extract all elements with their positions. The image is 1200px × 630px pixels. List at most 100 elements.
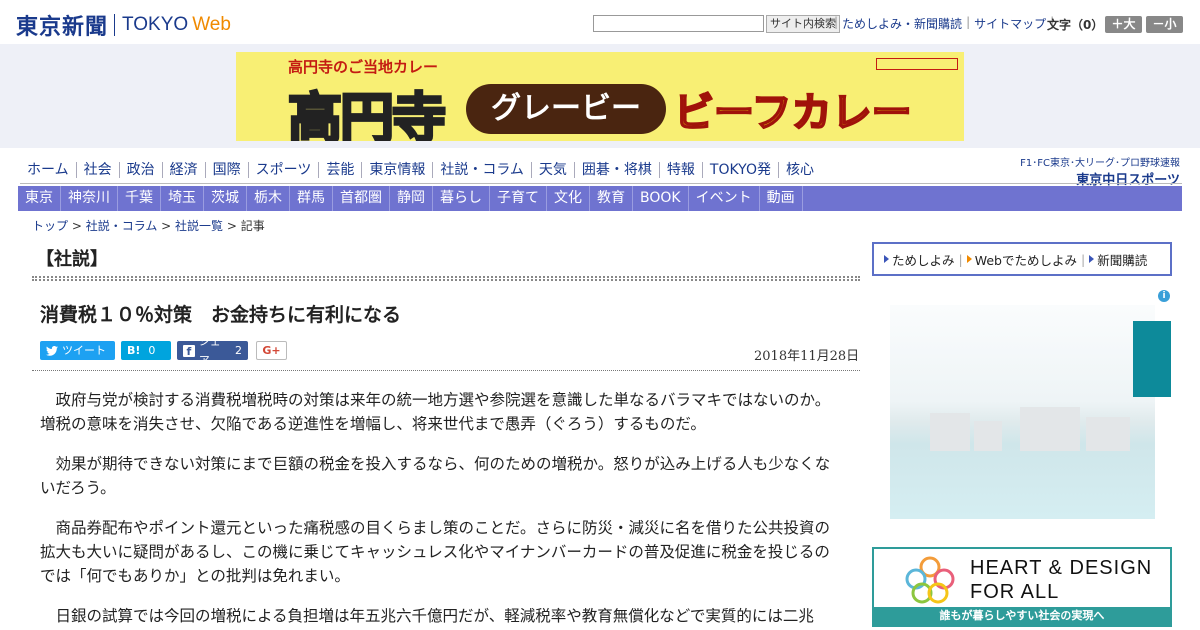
tweet-button[interactable]: ツイート [40, 341, 115, 360]
arrow-icon [966, 255, 972, 263]
banner-kouenji: 高円寺 [287, 86, 448, 142]
article-paragraph: 効果が期待できない対策にまで巨額の税金を投入するなら、何のための増税か。怒りが込… [40, 455, 831, 497]
nav-divider [20, 183, 1182, 184]
web-trial-read-link[interactable]: Webでためしよみ [963, 250, 1081, 269]
advert-side-tab[interactable] [1133, 321, 1171, 397]
region-ibaraki[interactable]: 茨城 [204, 186, 247, 211]
newspaper-subscribe-link[interactable]: 新聞購読 [1085, 250, 1151, 269]
region-education[interactable]: 教育 [590, 186, 633, 211]
nav-item-core[interactable]: 核心 [777, 162, 821, 178]
building-shape [974, 421, 1002, 451]
heart-design-caption: 誰もが暮らしやすい社会の実現へ [874, 607, 1170, 625]
font-size-label: 文字（0） [1047, 18, 1104, 32]
section-rule [32, 276, 860, 281]
tweet-label: ツイート [62, 344, 106, 357]
trial-read-link[interactable]: ためしよみ [880, 250, 959, 269]
nav-item-economy[interactable]: 経済 [161, 162, 205, 178]
hatena-count: 0 [148, 344, 156, 357]
site-logo[interactable]: 東京新聞 TOKYO Web [16, 9, 231, 41]
banner-gravy: グレービー [466, 84, 666, 134]
google-plus-button[interactable]: G+ [256, 341, 287, 360]
breadcrumb-editorial[interactable]: 社説・コラム [86, 219, 158, 233]
font-smaller-button[interactable]: －小 [1146, 16, 1183, 33]
region-culture[interactable]: 文化 [547, 186, 590, 211]
facebook-share-label: シェア [198, 334, 221, 367]
logo-divider [114, 14, 116, 36]
region-tochigi[interactable]: 栃木 [247, 186, 290, 211]
article-paragraph: 日銀の試算では今回の増税による負担増は年五兆六千億円だが、軽減税率や教育無償化な… [55, 607, 814, 625]
section-title: 【社説】 [36, 249, 108, 270]
site-search-input[interactable] [593, 15, 764, 32]
region-book[interactable]: BOOK [633, 186, 689, 211]
region-event[interactable]: イベント [689, 186, 760, 211]
site-search-button[interactable]: サイト内検索 [766, 15, 840, 33]
nav-item-society[interactable]: 社会 [75, 162, 119, 178]
region-nav: 東京 神奈川 千葉 埼玉 茨城 栃木 群馬 首都圏 静岡 暮らし 子育て 文化 … [18, 186, 1182, 211]
article-date: 2018年11月28日 [754, 349, 860, 364]
advert-banner[interactable]: 高円寺のご当地カレー 高円寺 グレービー ビーフカレー [236, 52, 964, 141]
arrow-icon [884, 255, 889, 263]
hatena-bookmark-button[interactable]: B! 0 [121, 341, 171, 360]
region-gunma[interactable]: 群馬 [290, 186, 333, 211]
nav-item-tokyo-hatsu[interactable]: TOKYO発 [701, 162, 778, 178]
banner-badge [876, 58, 958, 70]
breadcrumb: トップ > 社説・コラム > 社説一覧 > 記事 [32, 219, 265, 233]
nav-item-go-shogi[interactable]: 囲碁・将棋 [573, 162, 659, 178]
building-shape [1020, 407, 1080, 451]
sitemap-link[interactable]: サイトマップ [970, 15, 1050, 32]
facebook-share-button[interactable]: f シェア 2 [177, 335, 248, 367]
flower-logo-icon [905, 556, 955, 604]
breadcrumb-top[interactable]: トップ [32, 219, 68, 233]
newspaper-subscribe-label: 新聞購読 [1097, 252, 1148, 268]
trial-read-label: ためしよみ [892, 252, 955, 268]
region-shizuoka[interactable]: 静岡 [390, 186, 433, 211]
font-larger-button[interactable]: ＋大 [1105, 16, 1142, 33]
region-tokyo[interactable]: 東京 [18, 186, 61, 211]
sports-link-caption: F1･FC東京･大リーグ･プロ野球速報 [1020, 158, 1180, 169]
region-saitama[interactable]: 埼玉 [161, 186, 204, 211]
region-video[interactable]: 動画 [760, 186, 803, 211]
facebook-share-count: 2 [235, 344, 242, 357]
subscribe-link[interactable]: ためしよみ・新聞購読 [838, 15, 966, 32]
article-paragraph: 政府与党が検討する消費税増税時の対策は来年の統一地方選や参院選を意識した単なるバ… [40, 391, 831, 433]
breadcrumb-editorial-list[interactable]: 社説一覧 [175, 219, 223, 233]
heart-design-banner[interactable]: HEART & DESIGN FOR ALL 誰もが暮らしやすい社会の実現へ [872, 547, 1172, 627]
subscription-box: ためしよみ | Webでためしよみ | 新聞購読 [872, 242, 1172, 276]
twitter-icon [46, 345, 58, 356]
arrow-icon [1089, 255, 1095, 263]
region-parenting[interactable]: 子育て [490, 186, 547, 211]
region-kanagawa[interactable]: 神奈川 [61, 186, 118, 211]
logo-tokyo-shimbun: 東京新聞 [16, 14, 109, 40]
region-living[interactable]: 暮らし [433, 186, 490, 211]
article-paragraph: 商品券配布やポイント還元といった痛税感の目くらまし策のことだ。さらに防災・減災に… [40, 519, 831, 585]
nav-item-entertainment[interactable]: 芸能 [318, 162, 361, 178]
banner-beef-curry: ビーフカレー [673, 89, 913, 137]
nav-item-editorial[interactable]: 社説・コラム [432, 162, 531, 178]
nav-item-sports[interactable]: スポーツ [247, 162, 319, 178]
logo-tokyo-text: TOKYO [122, 14, 189, 35]
region-shutoken[interactable]: 首都圏 [333, 186, 390, 211]
article-rule [32, 370, 860, 371]
nav-item-home[interactable]: ホーム [20, 162, 76, 178]
logo-web-text: Web [192, 14, 231, 35]
site-header: 東京新聞 TOKYO Web サイト内検索 | ためしよみ・新聞購読 | サイト… [0, 0, 1200, 44]
adchoices-icon[interactable]: i [1158, 290, 1170, 302]
article-headline: 消費税１０％対策 お金持ちに有利になる [40, 304, 402, 326]
nav-item-international[interactable]: 国際 [204, 162, 248, 178]
heart-design-subtitle: FOR ALL [970, 581, 1060, 603]
hatena-icon: B! [127, 344, 141, 357]
facebook-icon: f [183, 344, 195, 358]
nav-item-weather[interactable]: 天気 [530, 162, 574, 178]
breadcrumb-current: 記事 [240, 219, 265, 233]
nav-item-special[interactable]: 特報 [658, 162, 702, 178]
heart-design-title: HEART & DESIGN [970, 557, 1153, 579]
building-shape [1086, 417, 1130, 451]
main-nav: ホーム 社会 政治 経済 国際 スポーツ 芸能 東京情報 社説・コラム 天気 囲… [20, 158, 821, 182]
region-chiba[interactable]: 千葉 [118, 186, 161, 211]
nav-item-politics[interactable]: 政治 [118, 162, 162, 178]
web-trial-read-label: Webでためしよみ [974, 252, 1077, 268]
building-shape [930, 413, 970, 451]
resort-advert-image[interactable] [890, 305, 1155, 519]
nav-item-tokyo-info[interactable]: 東京情報 [361, 162, 432, 178]
header-links: | ためしよみ・新聞購読 | サイトマップ | [834, 15, 1055, 32]
